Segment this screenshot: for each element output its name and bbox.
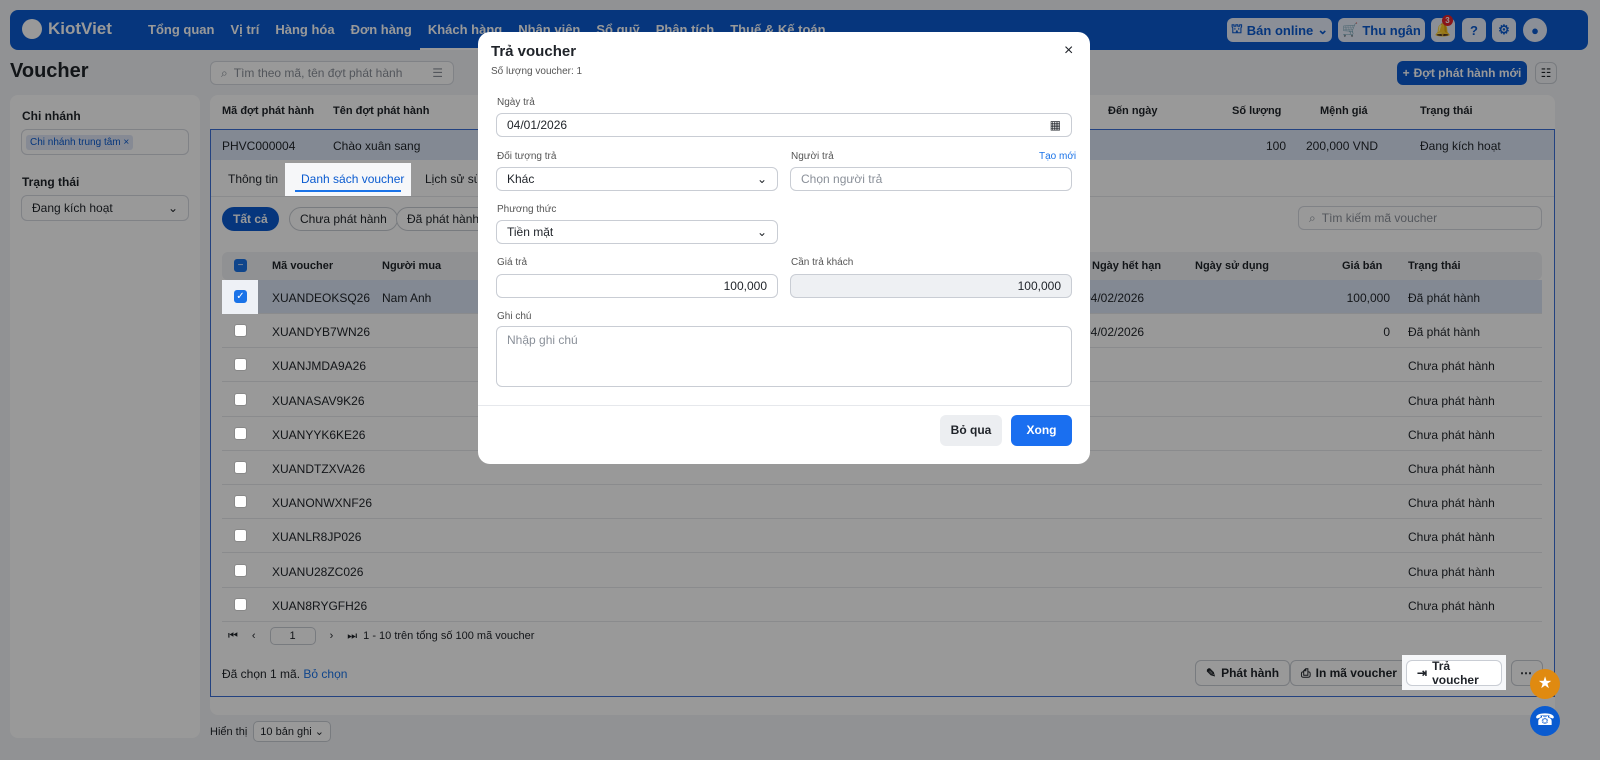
cancel-button[interactable]: Bỏ qua: [940, 415, 1002, 446]
target-label: Đối tượng trả: [497, 151, 557, 162]
return-voucher-button[interactable]: ⇥ Trả voucher: [1406, 659, 1502, 687]
row-checkbox[interactable]: [234, 563, 247, 577]
method-label: Phương thức: [497, 204, 557, 215]
modal-subtitle: Số lượng voucher: 1: [491, 66, 583, 77]
payer-select[interactable]: Chọn người trả: [790, 167, 1072, 191]
payer-label: Người trả: [791, 151, 834, 162]
note-textarea[interactable]: Nhập ghi chú: [496, 326, 1072, 387]
row-checkbox[interactable]: [234, 597, 247, 611]
modal-title: Trả voucher: [491, 43, 577, 60]
row-checkbox[interactable]: [234, 495, 247, 509]
price-label: Giá trả: [497, 257, 528, 268]
support-button[interactable]: ☎: [1530, 706, 1560, 736]
row-checkbox[interactable]: [234, 529, 247, 543]
chevron-down-icon: ⌄: [756, 172, 767, 186]
row-checkbox[interactable]: [234, 426, 247, 440]
star-icon: ★: [1537, 675, 1553, 692]
chevron-down-icon: ⌄: [756, 225, 767, 239]
tab-voucher-list[interactable]: Danh sách voucher: [285, 163, 411, 196]
return-voucher-modal: Trả voucher Số lượng voucher: 1 × Ngày t…: [478, 32, 1090, 464]
favorite-button[interactable]: ★: [1530, 669, 1560, 699]
note-label: Ghi chú: [497, 311, 532, 322]
return-target-select[interactable]: Khác ⌄: [496, 167, 778, 191]
payment-method-select[interactable]: Tiền mặt ⌄: [496, 220, 778, 244]
return-voucher-spot: ⇥ Trả voucher: [1402, 655, 1506, 690]
date-label: Ngày trả: [497, 97, 535, 108]
return-date-input[interactable]: 04/01/2026 ▦: [496, 113, 1072, 137]
calendar-icon[interactable]: ▦: [1050, 118, 1061, 132]
headset-icon: ☎: [1535, 712, 1555, 729]
row-checkbox[interactable]: [234, 392, 247, 406]
row-checkbox[interactable]: ✓: [234, 290, 247, 303]
export-icon: ⇥: [1417, 666, 1428, 680]
row-checkbox[interactable]: [234, 461, 247, 474]
close-icon[interactable]: ×: [1064, 42, 1073, 60]
row-checkbox[interactable]: [234, 358, 247, 372]
row-checkbox[interactable]: [234, 324, 247, 338]
refund-label: Cần trả khách: [791, 257, 854, 268]
done-button[interactable]: Xong: [1011, 415, 1072, 446]
create-new-link[interactable]: Tạo mới: [1039, 151, 1076, 162]
refund-amount-field: 100,000: [790, 274, 1072, 298]
return-price-input[interactable]: 100,000: [496, 274, 778, 298]
